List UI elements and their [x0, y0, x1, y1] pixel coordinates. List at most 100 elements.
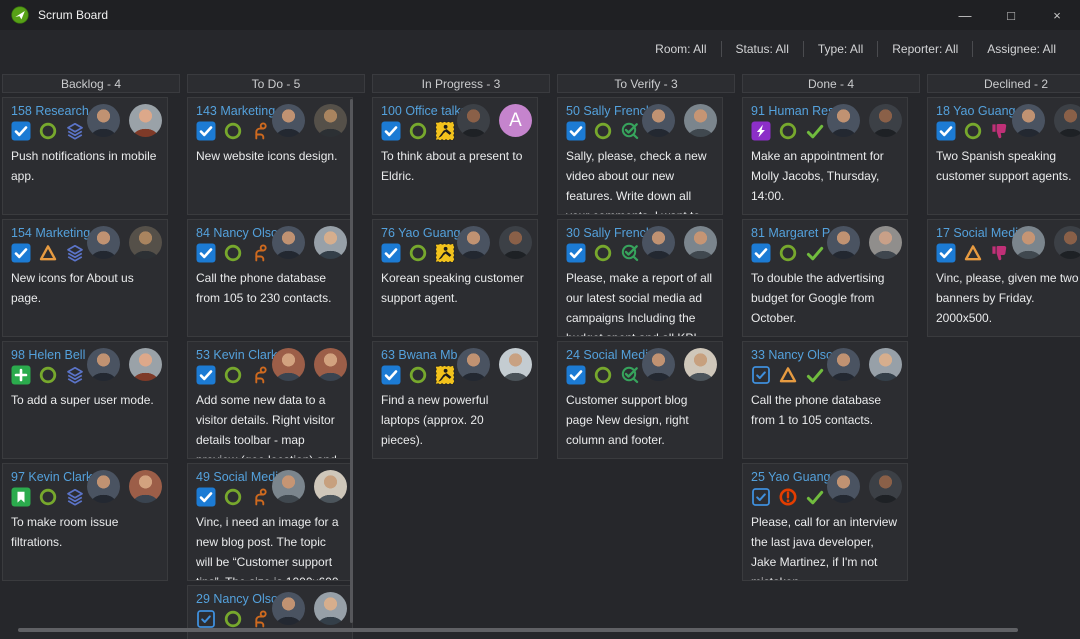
- circle-green-icon: [963, 121, 983, 141]
- card[interactable]: 81 Margaret P...To double the advertisin…: [742, 219, 908, 337]
- avatar: [129, 470, 162, 503]
- column-backlog: Backlog - 4158 Research ...Push notifica…: [2, 74, 180, 639]
- card-avatars: [642, 348, 717, 381]
- card-description: Vinc, i need an image for a new blog pos…: [196, 512, 344, 581]
- minimize-button[interactable]: —: [942, 0, 988, 30]
- avatar: [272, 226, 305, 259]
- layers-blue-icon: [65, 365, 85, 385]
- card-avatars: A: [457, 104, 532, 137]
- bolt-purple-icon: [751, 121, 771, 141]
- avatar: [129, 348, 162, 381]
- column-inprogress: In Progress - 3100 Office talksATo think…: [372, 74, 550, 639]
- card[interactable]: 50 Sally FrenchSally, please, check a ne…: [557, 97, 723, 215]
- plus-green-icon: [11, 365, 31, 385]
- avatar: [827, 226, 860, 259]
- card[interactable]: 76 Yao GuangKorean speaking customer sup…: [372, 219, 538, 337]
- thumbsdown-pink-icon: [990, 243, 1010, 263]
- card[interactable]: 17 Social MediaVinc, please, given me tw…: [927, 219, 1080, 337]
- card[interactable]: 84 Nancy OlsonCall the phone database fr…: [187, 219, 353, 337]
- card-description: To double the advertising budget for Goo…: [751, 268, 899, 328]
- task-solid-icon: [751, 243, 771, 263]
- card[interactable]: 49 Social MediaVinc, i need an image for…: [187, 463, 353, 581]
- verify-green-icon: [620, 365, 640, 385]
- construction-yellow-icon: [435, 365, 455, 385]
- circle-green-icon: [223, 365, 243, 385]
- card[interactable]: 91 Human Res...Make an appointment for M…: [742, 97, 908, 215]
- avatar: [87, 104, 120, 137]
- column-toverify: To Verify - 3 50 Sally FrenchSally, pleas…: [557, 74, 735, 639]
- circle-green-icon: [38, 365, 58, 385]
- task-solid-icon: [11, 243, 31, 263]
- task-solid-icon: [381, 365, 401, 385]
- avatar: [314, 104, 347, 137]
- task-solid-icon: [381, 121, 401, 141]
- card[interactable]: 97 Kevin ClarkeTo make room issue filtra…: [2, 463, 168, 581]
- column-scrollbar[interactable]: [350, 99, 353, 623]
- person-orange-icon: [250, 243, 270, 263]
- card-description: Korean speaking customer support agent.: [381, 268, 529, 308]
- column-header: To Verify - 3: [557, 74, 735, 93]
- circle-green-icon: [408, 365, 428, 385]
- card[interactable]: 25 Yao GuangPlease, call for an intervie…: [742, 463, 908, 581]
- card[interactable]: 98 Helen BellTo add a super user mode.: [2, 341, 168, 459]
- task-solid-icon: [196, 121, 216, 141]
- card-description: Customer support blog page New design, r…: [566, 390, 714, 450]
- avatar: [129, 104, 162, 137]
- avatar: [642, 226, 675, 259]
- filter-room[interactable]: Room: All: [641, 42, 720, 56]
- circle-green-icon: [408, 121, 428, 141]
- column-header: Declined - 2: [927, 74, 1080, 93]
- person-orange-icon: [250, 487, 270, 507]
- card-avatars: [272, 104, 347, 137]
- thumbsdown-pink-icon: [990, 121, 1010, 141]
- card[interactable]: 63 Bwana Mb...Find a new powerful laptop…: [372, 341, 538, 459]
- construction-yellow-icon: [435, 121, 455, 141]
- circle-green-icon: [223, 243, 243, 263]
- filter-assignee[interactable]: Assignee: All: [973, 42, 1070, 56]
- avatar: [1012, 104, 1045, 137]
- card[interactable]: 158 Research ...Push notifications in mo…: [2, 97, 168, 215]
- card[interactable]: 24 Social MediaCustomer support blog pag…: [557, 341, 723, 459]
- card-description: To make room issue filtrations.: [11, 512, 159, 552]
- maximize-button[interactable]: □: [988, 0, 1034, 30]
- avatar: [684, 104, 717, 137]
- filter-type[interactable]: Type: All: [804, 42, 877, 56]
- card[interactable]: 100 Office talksATo think about a presen…: [372, 97, 538, 215]
- card[interactable]: 143 Marketing ...New website icons desig…: [187, 97, 353, 215]
- avatar: [457, 104, 490, 137]
- avatar: [314, 592, 347, 625]
- card-avatars: [1012, 226, 1080, 259]
- filter-status[interactable]: Status: All: [722, 42, 803, 56]
- card[interactable]: 53 Kevin ClarkeAdd some new data to a vi…: [187, 341, 353, 459]
- circle-green-icon: [778, 121, 798, 141]
- avatar: [499, 226, 532, 259]
- avatar: [684, 348, 717, 381]
- card-avatars: [272, 226, 347, 259]
- task-outline-icon: [751, 365, 771, 385]
- horizontal-scrollbar-thumb[interactable]: [18, 628, 1018, 632]
- close-button[interactable]: ×: [1034, 0, 1080, 30]
- circle-green-icon: [593, 121, 613, 141]
- horizontal-scrollbar[interactable]: [0, 626, 1080, 634]
- avatar: [869, 226, 902, 259]
- window-controls: —□×: [942, 0, 1080, 30]
- check-green-icon: [805, 487, 825, 507]
- task-outline-icon: [751, 487, 771, 507]
- card-description: Call the phone database from 1 to 105 co…: [751, 390, 899, 430]
- verify-green-icon: [620, 243, 640, 263]
- column-header: Done - 4: [742, 74, 920, 93]
- filter-reporter[interactable]: Reporter: All: [878, 42, 972, 56]
- card-avatars: [827, 348, 902, 381]
- column-todo: To Do - 5143 Marketing ...New website ic…: [187, 74, 365, 639]
- card-avatars: [457, 348, 532, 381]
- card[interactable]: 33 Nancy OlsonCall the phone database fr…: [742, 341, 908, 459]
- card-avatars: [1012, 104, 1080, 137]
- card-avatars: [827, 104, 902, 137]
- task-solid-icon: [196, 365, 216, 385]
- card[interactable]: 30 Sally FrenchPlease, make a report of …: [557, 219, 723, 337]
- card[interactable]: 154 Marketing ...New icons for About us …: [2, 219, 168, 337]
- card[interactable]: 18 Yao GuangTwo Spanish speaking custome…: [927, 97, 1080, 215]
- card-avatars: [457, 226, 532, 259]
- task-solid-icon: [196, 487, 216, 507]
- card-description: Make an appointment for Molly Jacobs, Th…: [751, 146, 899, 206]
